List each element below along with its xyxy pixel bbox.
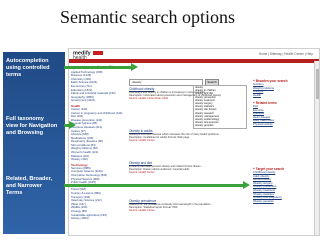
- label-related-terms: Related, Broader, and Narrower Terms: [6, 176, 53, 196]
- sidebar-top-list: Agriculture (2056)Applied Technology (93…: [71, 67, 127, 103]
- taxonomy-sidebar: Agriculture (2056)Applied Technology (93…: [71, 67, 127, 221]
- broaden-search-box: + Broaden your search Nutrition Weight pr…: [253, 79, 313, 97]
- target-search-box: + Target your search Childhood obesity Ad…: [253, 167, 313, 203]
- app-screenshot: medify health Home | Sitemap | Health Ce…: [68, 48, 320, 236]
- slide-title: Semantic search options: [60, 7, 235, 27]
- label-autocompletion: Autocompletion using controlled terms: [6, 58, 50, 78]
- nav-bar: [69, 59, 319, 63]
- arrow-related-terms: [64, 181, 250, 189]
- result-item: Childhood obesity Overweight and obesity…: [129, 87, 249, 101]
- sidebar-bottom-list: Services (2986) Computer Science (1120) In…: [71, 167, 127, 221]
- side-list: Nutrition Weight problems Lifestyle Health: [253, 82, 313, 98]
- result-item: Obesity and diet A healthy diet helps pr…: [129, 161, 249, 175]
- arrow-taxonomy: [64, 121, 76, 129]
- result-source: Source: Health Center: [129, 139, 155, 143]
- side-item[interactable]: Health: [253, 93, 313, 98]
- scrollbar-thumb[interactable]: [315, 69, 319, 99]
- sidebar-item[interactable]: Obesity (102): [71, 158, 127, 162]
- autocomplete-item[interactable]: obesity genetics: [194, 124, 246, 127]
- result-item: Obesity prevalence Statistics on the pre…: [129, 199, 249, 213]
- sidebar-item[interactable]: History (1824): [71, 217, 127, 221]
- side-item[interactable]: Obesity genetics: [253, 199, 313, 204]
- result-source: Source: Health Center: [129, 171, 155, 175]
- scrollbar[interactable]: [314, 61, 319, 235]
- related-terms-box: + Related terms Diet Exercise Diabetes Hear…: [253, 101, 313, 127]
- top-links[interactable]: Home | Sitemap | Health Center | Help: [259, 52, 313, 56]
- result-item: Obesity in adults Obesity is a chronic d…: [129, 129, 249, 143]
- sidebar-item[interactable]: Government (3221): [71, 99, 127, 103]
- result-source: Source: Health Center Date: 2010: [129, 97, 169, 101]
- side-item[interactable]: Physical activity: [253, 122, 313, 127]
- result-source: Source: Health Center: [129, 209, 155, 213]
- side-list: Childhood obesity Adult obesity Morbid obe…: [253, 170, 313, 204]
- logo-mark: [92, 51, 103, 55]
- arrow-autocompletion: [64, 63, 138, 71]
- sidebar-mid-list: Cancer (340) Cancer in pregnancy and chil…: [71, 108, 127, 162]
- search-input[interactable]: obesity: [129, 79, 203, 86]
- side-list: Diet Exercise Diabetes Heart disease Body ma…: [253, 104, 313, 127]
- annotation-panel: [3, 52, 65, 234]
- label-taxonomy: Full taxonomy view for Navigation and Br…: [6, 116, 58, 136]
